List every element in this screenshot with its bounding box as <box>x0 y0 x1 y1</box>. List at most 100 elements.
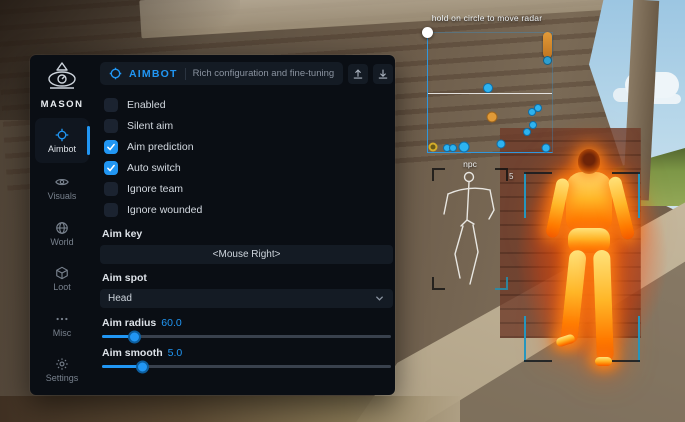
radar-dot <box>529 121 537 129</box>
tab-title: AIMBOT <box>129 68 178 80</box>
loot-marker-dot <box>543 56 552 65</box>
game-screen: npc 5 hold on circle to move radar <box>0 0 685 422</box>
skeleton-esp-distance: 5 <box>509 172 513 181</box>
tab-header-pill: AIMBOT Rich configuration and fine-tunin… <box>100 62 343 85</box>
aim-key-bind-button[interactable]: <Mouse Right> <box>100 245 393 264</box>
radar-drag-handle[interactable] <box>422 27 433 38</box>
sidebar-item-visuals[interactable]: Visuals <box>35 167 89 209</box>
checkbox-silent-aim[interactable] <box>104 119 118 133</box>
check-icon <box>106 163 116 173</box>
radar-dot <box>541 144 550 153</box>
tab-content-aimbot: AIMBOT Rich configuration and fine-tunin… <box>94 55 411 395</box>
esp-bracket-top-left-v <box>524 172 526 218</box>
esp-bracket-top-right-v <box>638 172 640 218</box>
check-icon <box>106 142 116 152</box>
checkbox-row: Ignore team <box>100 178 393 199</box>
sidebar-item-aimbot[interactable]: Aimbot <box>35 118 89 163</box>
sidebar-item-label: Settings <box>46 373 79 383</box>
player-leg-left <box>560 249 587 344</box>
ellipsis-icon <box>55 312 69 326</box>
sidebar-item-settings[interactable]: Settings <box>35 349 89 391</box>
aim-spot-label: Aim spot <box>102 272 393 284</box>
globe-icon <box>55 221 69 235</box>
reticle-icon <box>109 67 122 80</box>
cheat-menu-panel: MASON Aimbot Visuals <box>30 55 395 395</box>
download-icon <box>377 68 389 80</box>
tab-subtitle: Rich configuration and fine-tuning <box>193 68 335 79</box>
checkbox-auto-switch[interactable] <box>104 161 118 175</box>
checkbox-label: Ignore wounded <box>127 204 202 216</box>
gear-icon <box>55 357 69 371</box>
checkbox-label: Enabled <box>127 99 166 111</box>
eye-icon <box>55 175 69 189</box>
divider <box>185 68 186 80</box>
loot-marker <box>543 32 552 58</box>
sidebar-item-loot[interactable]: Loot <box>35 258 89 300</box>
radar-widget <box>427 32 553 153</box>
aim-radius-slider[interactable] <box>102 335 391 338</box>
sidebar-item-world[interactable]: World <box>35 213 89 255</box>
active-indicator <box>87 126 90 155</box>
checkbox-row: Auto switch <box>100 157 393 178</box>
checkbox-ignore-wounded[interactable] <box>104 203 118 217</box>
checkbox-row: Aim prediction <box>100 136 393 157</box>
sidebar-item-label: Misc <box>53 328 72 338</box>
background-floor-strip <box>0 396 460 422</box>
aim-smooth-value: 5.0 <box>168 347 183 359</box>
esp-bracket-top-right-h <box>612 172 640 174</box>
mason-eye-logo-icon <box>44 62 80 97</box>
checkbox-enabled[interactable] <box>104 98 118 112</box>
player-head <box>578 149 600 174</box>
radar-dot <box>483 83 493 93</box>
checkbox-label: Auto switch <box>127 162 181 174</box>
player-foot-right <box>595 357 612 366</box>
sidebar-item-label: World <box>50 237 73 247</box>
checkbox-aim-prediction[interactable] <box>104 140 118 154</box>
esp-bracket-top-left-h <box>524 172 552 174</box>
crosshair-icon <box>55 128 69 142</box>
upload-icon <box>352 68 364 80</box>
aim-key-label: Aim key <box>102 228 393 240</box>
checkbox-label: Ignore team <box>127 183 183 195</box>
checkbox-label: Silent aim <box>127 120 173 132</box>
aim-radius-label: Aim radius <box>102 317 156 329</box>
chevron-down-icon <box>374 293 385 304</box>
skeleton-esp-box <box>432 168 508 290</box>
radar-dot <box>497 139 506 148</box>
esp-bracket-bottom-right-v <box>638 316 640 362</box>
tab-header: AIMBOT Rich configuration and fine-tunin… <box>100 62 393 85</box>
esp-bracket-bottom-left-v <box>524 316 526 362</box>
radar-hint-label: hold on circle to move radar <box>412 13 562 23</box>
sidebar-item-label: Visuals <box>48 191 77 201</box>
aim-smooth-slider[interactable] <box>102 365 391 368</box>
sidebar-item-label: Loot <box>53 282 71 292</box>
slider-handle[interactable] <box>136 360 149 373</box>
player-torso <box>566 172 612 232</box>
player-leg-right <box>593 250 614 363</box>
aim-radius-value: 60.0 <box>161 317 181 329</box>
slider-handle[interactable] <box>128 330 141 343</box>
sidebar: MASON Aimbot Visuals <box>30 55 94 395</box>
checkbox-row: Silent aim <box>100 115 393 136</box>
radar-dot <box>523 128 531 136</box>
checkbox-row: Ignore wounded <box>100 199 393 220</box>
brand-name: MASON <box>41 99 84 110</box>
radar-dot <box>449 144 457 152</box>
import-config-button[interactable] <box>373 64 393 84</box>
player-chams-model <box>538 146 648 368</box>
export-config-button[interactable] <box>348 64 368 84</box>
aim-spot-select[interactable]: Head <box>100 289 393 308</box>
esp-bracket-bottom-right-h <box>612 360 640 362</box>
checkbox-ignore-team[interactable] <box>104 182 118 196</box>
aim-smooth-label: Aim smooth <box>102 347 163 359</box>
aim-spot-value: Head <box>108 293 132 304</box>
radar-dots <box>428 33 552 152</box>
slider-header: Aim smooth 5.0 <box>102 347 393 359</box>
checkbox-label: Aim prediction <box>127 141 194 153</box>
slider-header: Aim radius 60.0 <box>102 317 393 329</box>
sidebar-item-label: Aimbot <box>48 144 76 154</box>
skeleton-icon <box>436 170 504 288</box>
radar-dot <box>487 112 498 123</box>
player-foot-left <box>555 333 576 347</box>
sidebar-item-misc[interactable]: Misc <box>35 304 89 346</box>
